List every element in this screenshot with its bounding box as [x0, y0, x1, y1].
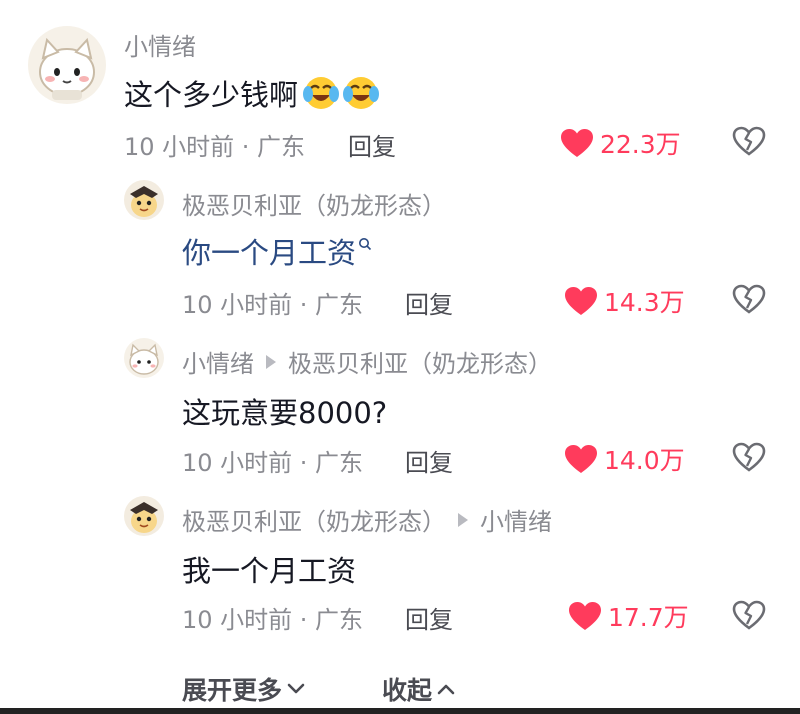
dislike-button[interactable] [732, 284, 766, 314]
author-name[interactable]: 小情绪 [182, 344, 254, 379]
dislike-button[interactable] [732, 600, 766, 630]
like-count: 22.3万 [600, 130, 681, 159]
like-button[interactable]: 14.3万 [564, 283, 685, 319]
author-name[interactable]: 极恶贝利亚（奶龙形态） [182, 186, 446, 221]
comment-author[interactable]: 小情绪 [124, 27, 196, 62]
like-count: 14.3万 [604, 288, 685, 317]
avatar[interactable] [124, 180, 164, 220]
broken-heart-icon [732, 600, 766, 630]
collapse-button[interactable]: 收起 [382, 671, 456, 707]
chevron-up-icon [437, 684, 455, 695]
author-name[interactable]: 极恶贝利亚（奶龙形态） [182, 502, 446, 537]
like-count: 17.7万 [608, 603, 689, 632]
bottom-edge-bar [0, 708, 800, 714]
chevron-down-icon [287, 683, 305, 694]
dislike-button[interactable] [732, 126, 766, 156]
reply-arrow-icon [458, 512, 468, 527]
comment-author: 极恶贝利亚（奶龙形态） 小情绪 [182, 502, 552, 537]
comment-text: 这玩意要8000? [182, 396, 388, 430]
dragon-avatar-icon [130, 186, 158, 217]
heart-icon [565, 287, 597, 315]
comment-thread: 小情绪 这个多少钱啊 10 小时前 · 广东 回复 22.3万 极恶贝利亚（奶龙… [0, 0, 800, 714]
collapse-label: 收起 [382, 676, 433, 705]
reply-button[interactable]: 回复 [405, 285, 453, 320]
comment-meta: 10 小时前 · 广东 [182, 449, 364, 477]
dragon-avatar-icon [130, 502, 158, 533]
comment-text: 这个多少钱啊 [124, 78, 299, 112]
broken-heart-icon [732, 284, 766, 314]
heart-icon [561, 129, 593, 157]
expand-more-label: 展开更多 [182, 676, 283, 705]
like-button[interactable]: 22.3万 [560, 125, 681, 161]
comment-meta: 10 小时前 · 广东 [182, 606, 364, 634]
reply-button[interactable]: 回复 [348, 127, 396, 162]
laughing-crying-icon [302, 74, 340, 112]
comment-text: 我一个月工资 [182, 554, 357, 588]
avatar[interactable] [124, 338, 164, 378]
comment-content[interactable]: 你一个月工资 [182, 230, 372, 272]
broken-heart-icon [732, 442, 766, 472]
cat-avatar-icon [129, 343, 159, 375]
like-count: 14.0万 [604, 446, 685, 475]
avatar[interactable] [28, 26, 106, 104]
reply-button[interactable]: 回复 [405, 600, 453, 635]
laughing-crying-icon [342, 74, 380, 112]
reply-arrow-icon [266, 354, 276, 369]
like-button[interactable]: 14.0万 [564, 441, 685, 477]
thread-footer: 展开更多 收起 [0, 665, 800, 714]
comment-meta: 10 小时前 · 广东 [124, 133, 306, 161]
comment-author: 小情绪 极恶贝利亚（奶龙形态） [182, 344, 552, 379]
reply-button[interactable]: 回复 [405, 443, 453, 478]
avatar[interactable] [124, 496, 164, 536]
heart-icon [569, 602, 601, 630]
author-name[interactable]: 小情绪 [124, 27, 196, 62]
comment-author[interactable]: 极恶贝利亚（奶龙形态） [182, 186, 446, 221]
heart-icon [565, 445, 597, 473]
reply-to-name[interactable]: 极恶贝利亚（奶龙形态） [288, 344, 552, 379]
search-icon[interactable] [358, 237, 372, 251]
cat-avatar-icon [39, 37, 95, 100]
like-button[interactable]: 17.7万 [568, 598, 689, 634]
expand-more-button[interactable]: 展开更多 [182, 671, 306, 707]
dislike-button[interactable] [732, 442, 766, 472]
broken-heart-icon [732, 126, 766, 156]
comment-meta: 10 小时前 · 广东 [182, 291, 364, 319]
reply-to-name[interactable]: 小情绪 [480, 502, 552, 537]
comment-text-search-link[interactable]: 你一个月工资 [182, 230, 356, 272]
comment-content: 这个多少钱啊 [124, 72, 380, 114]
